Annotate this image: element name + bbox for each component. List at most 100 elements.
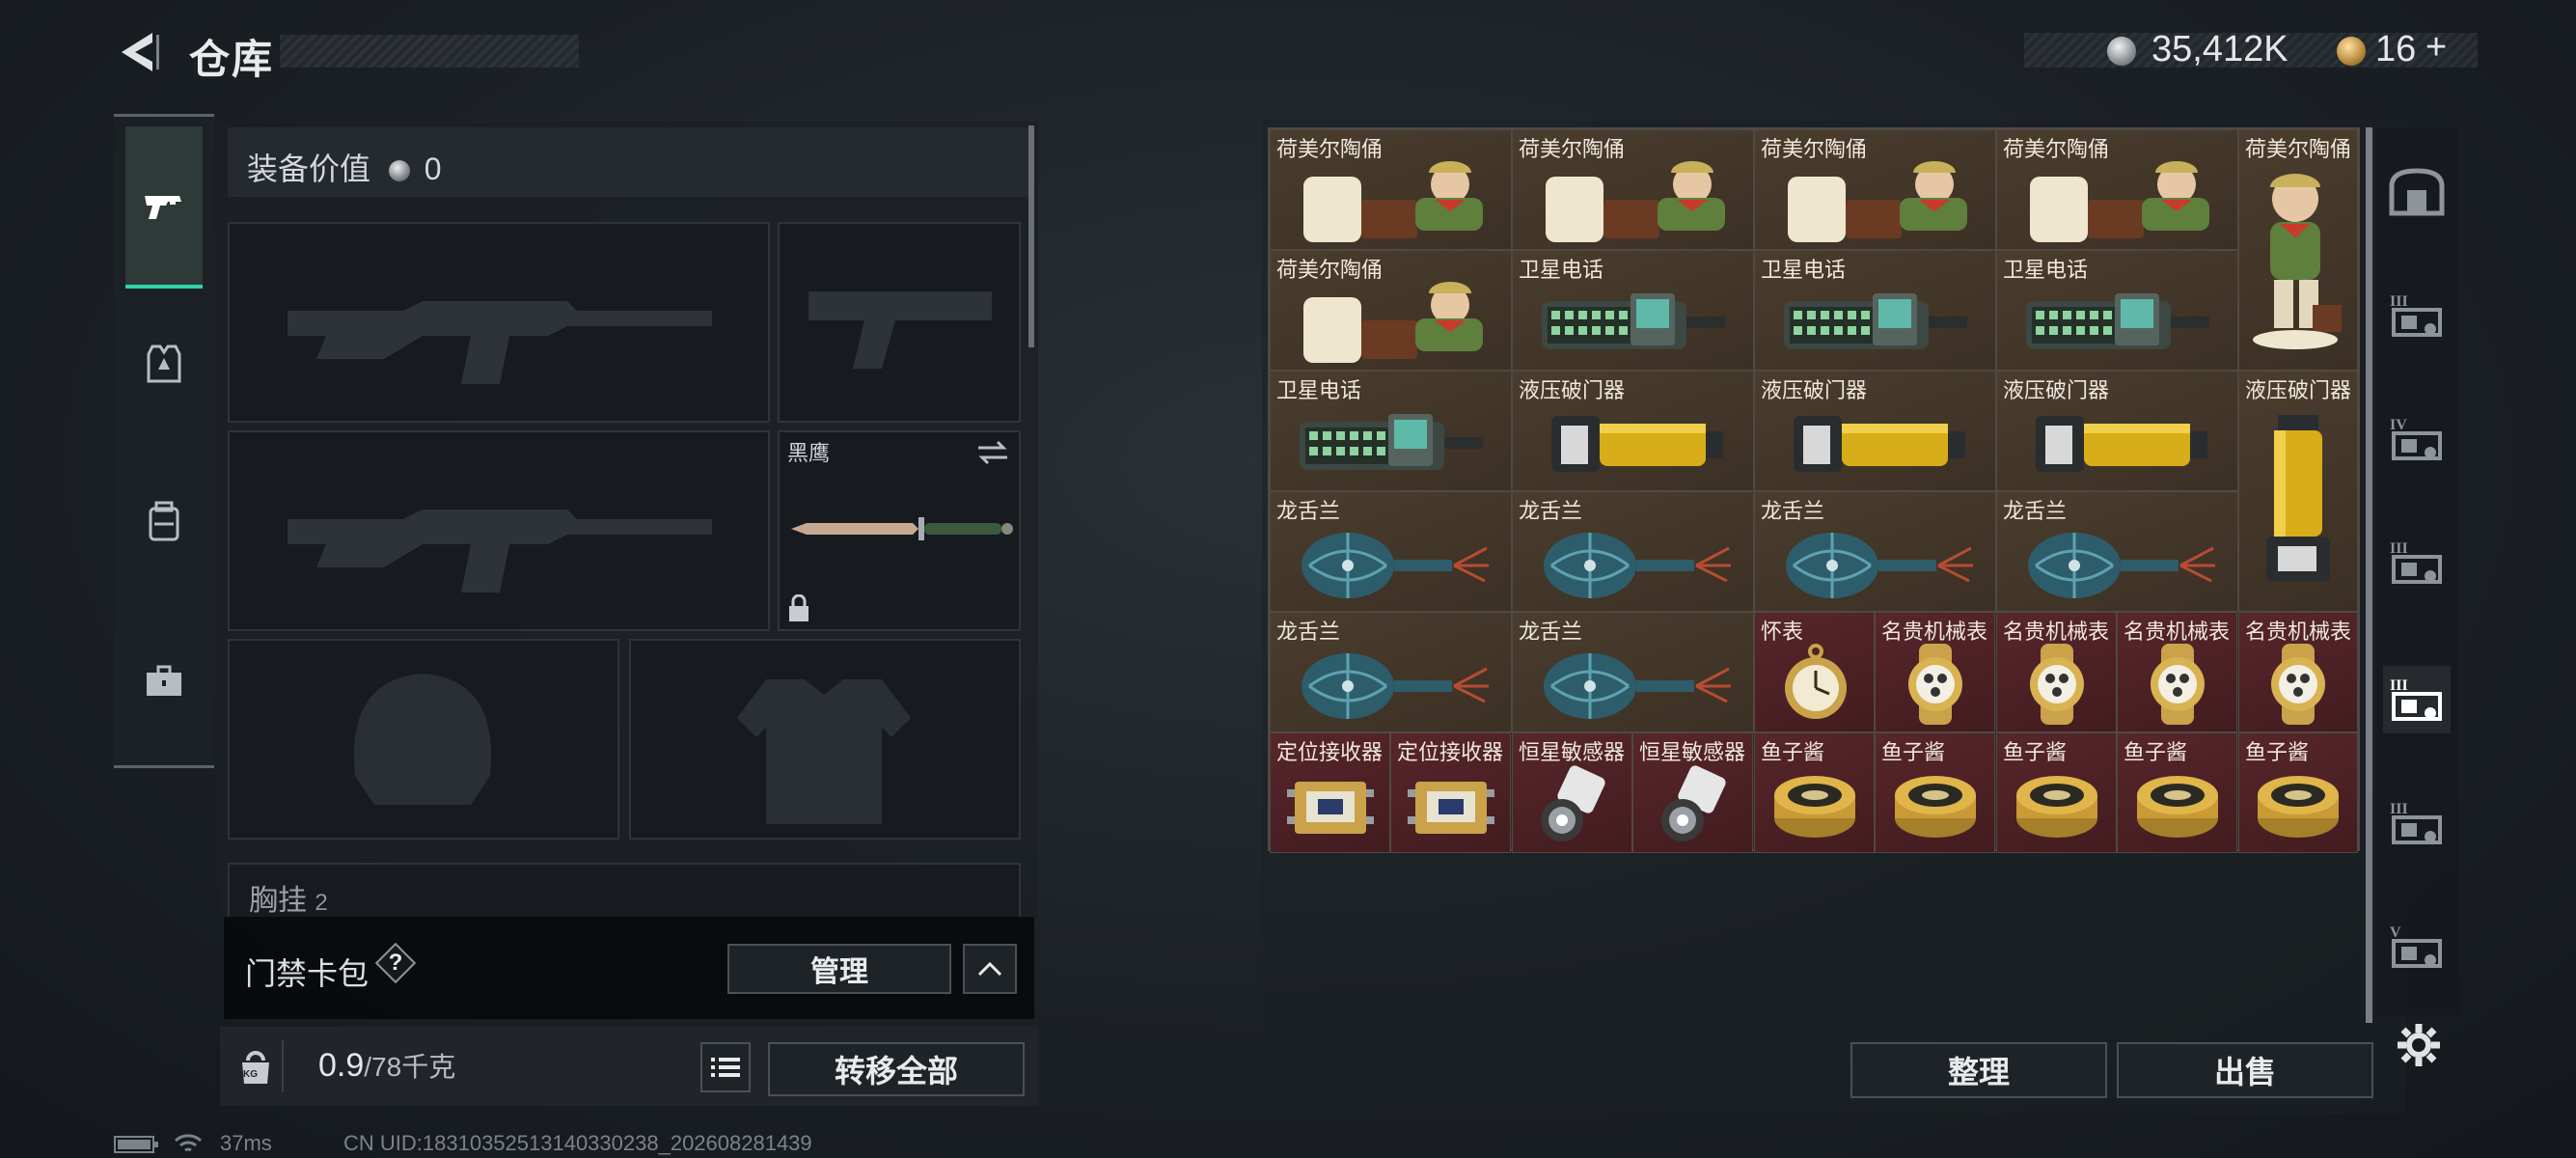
inventory-item[interactable]: 怀表 xyxy=(1754,612,1875,732)
list-icon xyxy=(711,1058,740,1077)
figurine-icon xyxy=(1755,153,1995,249)
storage-tab[interactable]: III xyxy=(2383,529,2451,596)
back-arrow-icon[interactable] xyxy=(114,29,160,75)
lock-icon xyxy=(789,594,808,621)
settings-gear-icon[interactable] xyxy=(2395,1021,2443,1069)
storage-IV-icon: IV xyxy=(2390,417,2442,460)
receiver-icon xyxy=(1271,757,1389,852)
storage-tab[interactable]: IV xyxy=(2383,405,2451,473)
bottle-icon xyxy=(1513,515,1753,611)
storage-tab[interactable]: III xyxy=(2383,666,2451,733)
tab-backpack[interactable] xyxy=(125,443,203,601)
inventory-item[interactable]: 鱼子酱 xyxy=(1996,732,2117,853)
inventory-item[interactable]: 鱼子酱 xyxy=(1754,732,1875,853)
inventory-item[interactable]: 液压破门器 xyxy=(2238,371,2358,612)
token-add-button[interactable]: + xyxy=(2425,27,2447,69)
inventory-item[interactable]: 定位接收器 xyxy=(1270,732,1390,853)
inventory-item[interactable]: 鱼子酱 xyxy=(2238,732,2358,853)
inventory-item[interactable]: 卫星电话 xyxy=(1270,371,1512,491)
item-name: 荷美尔陶俑 xyxy=(2003,137,2110,161)
bottle-icon xyxy=(1997,515,2237,611)
wifi-icon xyxy=(174,1134,203,1152)
loadout-tab-bar xyxy=(114,114,214,768)
sort-button[interactable]: 整理 xyxy=(1850,1042,2107,1098)
inventory-item[interactable]: 卫星电话 xyxy=(1754,250,1996,371)
list-view-button[interactable] xyxy=(700,1042,751,1092)
safe-box-icon xyxy=(2389,168,2445,216)
inventory-item[interactable]: 荷美尔陶俑 xyxy=(2238,129,2358,371)
inventory-item[interactable]: 卫星电话 xyxy=(1512,250,1754,371)
help-icon: ? xyxy=(388,950,403,976)
tab-toolbox[interactable] xyxy=(125,601,203,759)
swap-icon[interactable] xyxy=(974,438,1011,467)
inventory-item[interactable]: 荷美尔陶俑 xyxy=(1996,129,2238,250)
inventory-item[interactable]: 龙舌兰 xyxy=(1754,491,1996,612)
inventory-item[interactable]: 龙舌兰 xyxy=(1270,612,1512,732)
item-name: 定位接收器 xyxy=(1276,740,1384,764)
storage-III-icon: III xyxy=(2390,801,2442,844)
bottle-icon xyxy=(1271,636,1511,731)
svg-text:III: III xyxy=(2390,801,2408,817)
inventory-item[interactable]: 鱼子酱 xyxy=(1875,732,1995,853)
inventory-item[interactable]: 鱼子酱 xyxy=(2117,732,2237,853)
coin-icon xyxy=(388,160,410,181)
pocketwatch-icon xyxy=(1755,636,1874,731)
inventory-item[interactable]: 龙舌兰 xyxy=(1270,491,1512,612)
storage-scrollbar[interactable] xyxy=(2366,127,2372,1023)
inventory-item[interactable]: 荷美尔陶俑 xyxy=(1754,129,1996,250)
hafu-coin-icon xyxy=(2107,37,2136,66)
secondary-weapon-slot[interactable] xyxy=(778,222,1021,423)
keycard-help-button[interactable]: ? xyxy=(374,942,417,984)
inventory-item[interactable]: 液压破门器 xyxy=(1996,371,2238,491)
weight-max: /78千克 xyxy=(364,1052,456,1082)
inventory-item[interactable]: 恒星敏感器 xyxy=(1632,732,1753,853)
weight-text: 0.9/78千克 xyxy=(318,1046,455,1085)
equipment-scrollbar[interactable] xyxy=(1028,125,1034,347)
title-decoration xyxy=(280,35,579,68)
inventory-item[interactable]: 荷美尔陶俑 xyxy=(1270,129,1512,250)
inventory-item[interactable]: 名贵机械表 xyxy=(1875,612,1995,732)
storage-III-icon: III xyxy=(2390,677,2442,721)
kettlebell-icon xyxy=(242,1051,269,1084)
currency-value: 35,412K xyxy=(2151,29,2288,69)
inventory-item[interactable]: 名贵机械表 xyxy=(2238,612,2358,732)
pistol-icon xyxy=(145,196,181,219)
inventory-item[interactable]: 龙舌兰 xyxy=(1512,491,1754,612)
tab-weapons[interactable] xyxy=(125,126,203,289)
figurine-icon xyxy=(1997,153,2237,249)
pistol-silhouette-icon xyxy=(808,291,992,369)
inventory-item[interactable]: 龙舌兰 xyxy=(1996,491,2238,612)
chest-rig-slot[interactable]: 胸挂 2 xyxy=(228,863,1021,917)
bottle-icon xyxy=(1271,515,1511,611)
tab-armor[interactable] xyxy=(125,285,203,443)
inventory-item[interactable]: 恒星敏感器 xyxy=(1512,732,1632,853)
armor-vest-icon xyxy=(147,345,181,383)
sell-button[interactable]: 出售 xyxy=(2117,1042,2373,1098)
inventory-item[interactable]: 荷美尔陶俑 xyxy=(1512,129,1754,250)
inventory-item[interactable]: 卫星电话 xyxy=(1996,250,2238,371)
keycard-label: 门禁卡包 xyxy=(245,956,370,991)
manage-button[interactable]: 管理 xyxy=(727,944,951,994)
melee-name: 黑鹰 xyxy=(787,441,831,465)
storage-tab[interactable] xyxy=(2383,158,2451,226)
inventory-item[interactable]: 名贵机械表 xyxy=(2117,612,2237,732)
knife-icon xyxy=(791,517,1013,540)
body-armor-slot[interactable] xyxy=(629,639,1021,840)
expand-button[interactable] xyxy=(963,944,1017,994)
primary-weapon-slot-2[interactable] xyxy=(228,430,770,631)
item-name: 怀表 xyxy=(1761,620,1804,644)
helmet-slot[interactable] xyxy=(228,639,619,840)
inventory-item[interactable]: 龙舌兰 xyxy=(1512,612,1754,732)
inventory-item[interactable]: 液压破门器 xyxy=(1512,371,1754,491)
transfer-all-button[interactable]: 转移全部 xyxy=(768,1042,1025,1096)
inventory-item[interactable]: 名贵机械表 xyxy=(1996,612,2117,732)
storage-tab[interactable]: III xyxy=(2383,282,2451,349)
storage-tab[interactable]: V xyxy=(2383,913,2451,980)
primary-weapon-slot[interactable] xyxy=(228,222,770,423)
inventory-item[interactable]: 定位接收器 xyxy=(1390,732,1511,853)
melee-slot[interactable]: 黑鹰 xyxy=(778,430,1021,631)
storage-grid: 荷美尔陶俑 荷美尔陶俑 荷美尔陶俑 荷美尔陶俑 荷美尔陶俑 荷美尔陶俑 卫星电话 卫星电话 卫星… xyxy=(1268,127,2360,853)
inventory-item[interactable]: 液压破门器 xyxy=(1754,371,1996,491)
inventory-item[interactable]: 荷美尔陶俑 xyxy=(1270,250,1512,371)
storage-tab[interactable]: III xyxy=(2383,789,2451,857)
